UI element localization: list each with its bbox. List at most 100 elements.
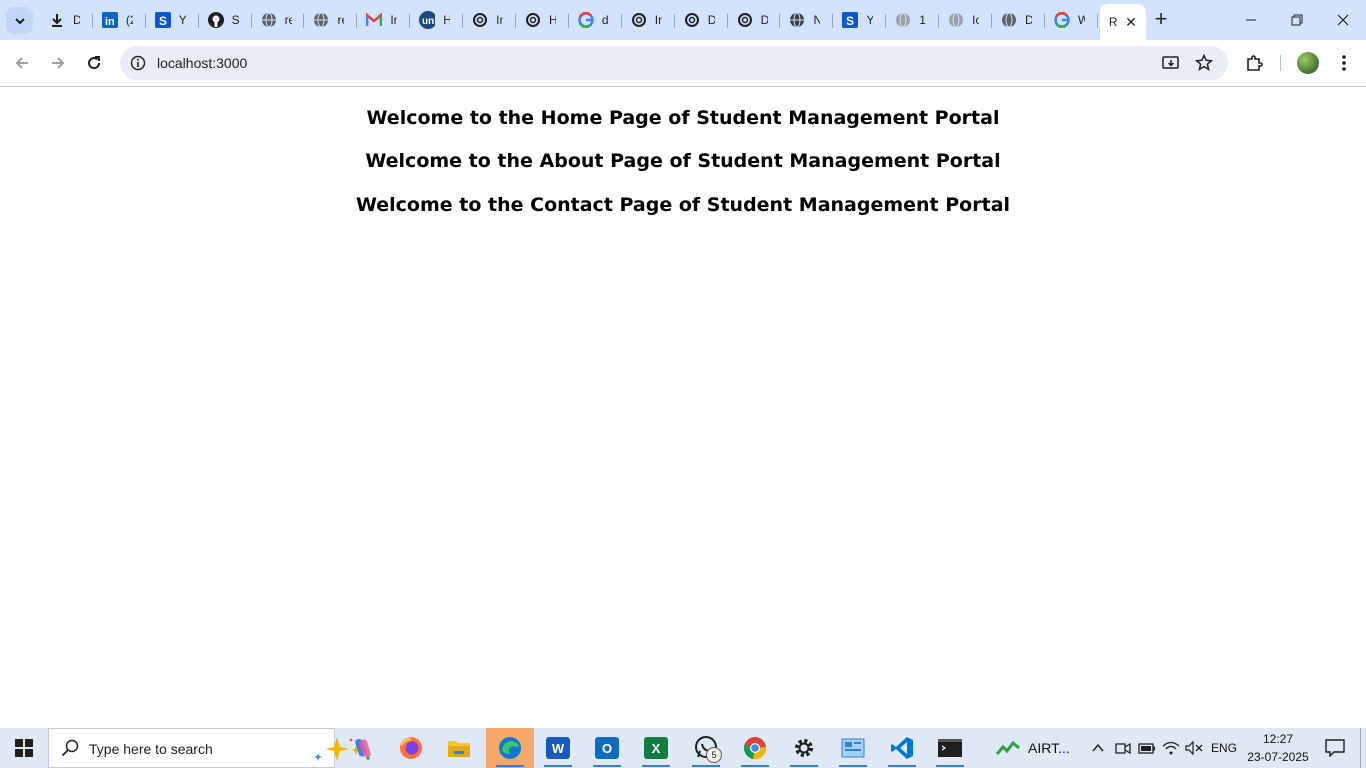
- extensions-button[interactable]: [1240, 49, 1268, 77]
- tab[interactable]: re: [252, 4, 305, 36]
- bookmark-star-icon[interactable]: [1194, 53, 1214, 73]
- globe-icon: [1001, 12, 1017, 28]
- vscode-icon: [891, 737, 913, 759]
- file-explorer-app[interactable]: [435, 728, 483, 768]
- control-panel-app[interactable]: [829, 728, 877, 768]
- tab-strip: D in(2 SY S re re In unH In H d In D D N…: [0, 0, 1366, 40]
- globe-icon: [789, 12, 805, 28]
- tab[interactable]: 1: [886, 4, 940, 36]
- volume-muted-icon[interactable]: [1184, 728, 1204, 768]
- download-icon: [49, 12, 65, 28]
- terminal-icon: [938, 739, 962, 757]
- forward-button[interactable]: [44, 49, 72, 77]
- tab[interactable]: D: [992, 4, 1045, 36]
- contact-heading: Welcome to the Contact Page of Student M…: [355, 194, 1011, 216]
- close-icon: [1337, 14, 1349, 26]
- arrow-right-icon: [52, 57, 65, 69]
- tab[interactable]: W: [1045, 4, 1098, 36]
- language-indicator[interactable]: ENG: [1208, 728, 1240, 768]
- copilot-app[interactable]: [339, 728, 387, 768]
- stock-chart-icon: [996, 740, 1020, 755]
- chrome-menu-button[interactable]: [1330, 49, 1358, 77]
- minimize-icon: [1246, 19, 1256, 21]
- about-heading: Welcome to the About Page of Student Man…: [365, 150, 1001, 172]
- tab-title: D: [73, 13, 80, 27]
- reload-button[interactable]: [80, 49, 108, 77]
- action-center-button[interactable]: [1320, 728, 1350, 768]
- clock-time: 12:27: [1262, 732, 1294, 746]
- linkedin-icon: in: [101, 12, 118, 28]
- profile-button[interactable]: [1294, 49, 1322, 77]
- whatsapp-app[interactable]: 5: [682, 728, 730, 768]
- tab[interactable]: in (2: [93, 4, 146, 36]
- gmail-icon: [366, 12, 383, 28]
- weather-widget[interactable]: AIRT...: [996, 728, 1074, 768]
- tab-title: Ic: [972, 13, 980, 27]
- copilot-icon: [355, 739, 371, 757]
- wifi-icon[interactable]: [1161, 728, 1181, 768]
- tab[interactable]: re: [304, 4, 358, 36]
- show-hidden-icons[interactable]: [1088, 728, 1108, 768]
- tab[interactable]: Ic: [939, 4, 992, 36]
- tab[interactable]: In: [357, 4, 411, 36]
- arrow-left-icon: [15, 57, 28, 69]
- windows-logo-icon: [15, 739, 33, 757]
- restore-button[interactable]: [1274, 0, 1320, 40]
- avatar: [1297, 52, 1319, 74]
- tab[interactable]: D: [675, 4, 728, 36]
- google-icon: [1054, 12, 1070, 28]
- google-icon: [578, 12, 594, 28]
- battery-icon[interactable]: [1137, 728, 1157, 768]
- excel-app[interactable]: X: [632, 728, 680, 768]
- edge-icon: [499, 737, 521, 759]
- tab-title: re: [284, 13, 292, 27]
- back-button[interactable]: [8, 49, 36, 77]
- openai-icon: [631, 12, 647, 28]
- tab[interactable]: d: [569, 4, 622, 36]
- edge-app[interactable]: [486, 728, 534, 768]
- new-tab-button[interactable]: +: [1150, 8, 1172, 30]
- show-desktop-button[interactable]: [1360, 728, 1361, 768]
- outlook-app[interactable]: O: [583, 728, 631, 768]
- terminal-app[interactable]: [926, 728, 974, 768]
- tab-search-button[interactable]: [6, 7, 33, 34]
- stackoverflow-s-icon: S: [842, 12, 859, 28]
- firefox-app[interactable]: [387, 728, 435, 768]
- tab-title: In: [390, 13, 398, 27]
- word-icon: W: [546, 737, 570, 759]
- taskbar-search[interactable]: Type here to search: [48, 728, 370, 768]
- tab-active[interactable]: R ✕: [1099, 4, 1146, 40]
- openai-icon: [525, 12, 541, 28]
- word-app[interactable]: W: [534, 728, 582, 768]
- tab[interactable]: In: [463, 4, 516, 36]
- search-icon: [61, 739, 79, 757]
- meet-now-icon[interactable]: [1113, 728, 1133, 768]
- system-clock[interactable]: 12:27 23-07-2025: [1244, 730, 1312, 766]
- chevron-up-icon: [1092, 743, 1104, 752]
- tab[interactable]: In: [622, 4, 675, 36]
- close-window-button[interactable]: [1320, 0, 1366, 40]
- tab[interactable]: D: [40, 4, 93, 36]
- tab-title: D: [707, 13, 715, 27]
- start-button[interactable]: [0, 728, 48, 768]
- address-url[interactable]: localhost:3000: [157, 55, 247, 71]
- tab[interactable]: H: [516, 4, 569, 36]
- outlook-icon: O: [595, 737, 619, 759]
- tab[interactable]: SY: [146, 4, 199, 36]
- site-info-icon[interactable]: [128, 53, 148, 73]
- tab[interactable]: N: [780, 4, 834, 36]
- tab[interactable]: SY: [833, 4, 887, 36]
- windows-taskbar: Type here to search W O X 5 AIRT... ENG …: [0, 728, 1366, 768]
- settings-app[interactable]: [780, 728, 828, 768]
- svg-text:in: in: [105, 16, 115, 28]
- install-app-icon[interactable]: [1161, 53, 1181, 73]
- chrome-app[interactable]: [731, 728, 779, 768]
- minimize-button[interactable]: [1228, 0, 1274, 40]
- vscode-app[interactable]: [878, 728, 926, 768]
- tab[interactable]: S: [199, 4, 252, 36]
- close-tab-icon[interactable]: ✕: [1125, 14, 1137, 31]
- tab[interactable]: D: [728, 4, 781, 36]
- unstop-icon: un: [419, 11, 436, 29]
- address-bar[interactable]: localhost:3000: [120, 46, 1228, 80]
- tab[interactable]: un H: [410, 4, 464, 36]
